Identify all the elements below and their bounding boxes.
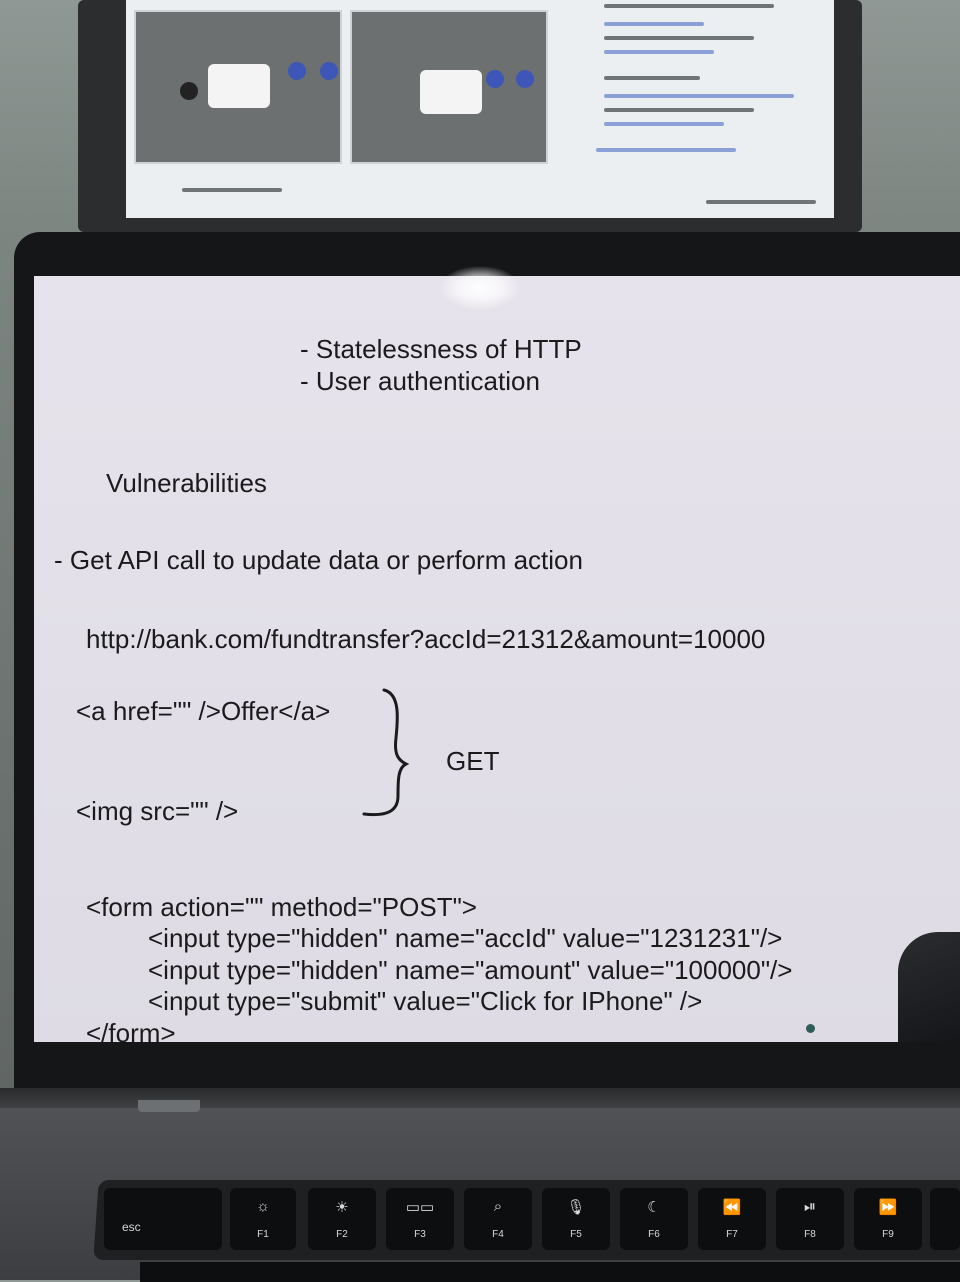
esc-key-label: esc [122,1220,141,1234]
f10-key-partial[interactable] [930,1188,960,1250]
form-close-code: </form> [86,1018,176,1042]
text-line [604,76,700,80]
link-line [604,50,714,54]
heading-vulnerabilities: Vulnerabilities [106,468,267,498]
esc-key[interactable]: esc [104,1188,222,1250]
play-pause-icon: ⏯ [803,1198,816,1215]
microphone-icon: 🎙 [566,1199,586,1216]
hidden-input-accid-code: <input type="hidden" name="accId" value=… [148,923,783,953]
link-line [604,94,794,98]
f1-label: F1 [257,1229,269,1240]
f9-key[interactable]: ⏩ F9 [854,1188,922,1250]
fast-forward-icon: ⏩ [878,1199,898,1216]
lid-notch [138,1100,200,1112]
bullet-user-authentication: - User authentication [300,366,540,396]
f1-key[interactable]: ☼ F1 [230,1188,296,1250]
link-line [596,148,736,152]
video-call-window-right [350,10,548,164]
f8-key[interactable]: ⏯ F8 [776,1188,844,1250]
background-monitor [78,0,862,232]
form-open-code: <form action="" method="POST"> [86,892,477,922]
f3-label: F3 [414,1229,426,1240]
text-line [604,108,754,112]
f4-label: F4 [492,1229,504,1240]
link-line [604,122,724,126]
link-line [604,22,704,26]
brightness-up-icon: ☀ [335,1199,349,1216]
url-example: http://bank.com/fundtransfer?accId=21312… [86,624,766,654]
f2-label: F2 [336,1229,348,1240]
f8-label: F8 [804,1229,816,1240]
point-get-api: - Get API call to update data or perform… [54,545,583,575]
f5-label: F5 [570,1229,582,1240]
indicator-dot [806,1024,815,1033]
presenter-video-thumbnail [898,932,960,1042]
f9-label: F9 [882,1229,894,1240]
text-line [604,36,754,40]
submit-input-code: <input type="submit" value="Click for IP… [148,986,703,1016]
light-glare [440,266,520,310]
f6-label: F6 [648,1229,660,1240]
footer-line [182,188,282,192]
monitor-screen [126,0,834,218]
mission-control-icon: ▭▭ [405,1199,435,1216]
anchor-code: <a href="" />Offer</a> [76,696,331,726]
get-label: GET [446,746,500,776]
video-call-window-left [134,10,342,164]
f7-key[interactable]: ⏪ F7 [698,1188,766,1250]
f6-key[interactable]: ☾ F6 [620,1188,688,1250]
dialog-box [420,70,482,114]
call-button-icon [516,70,534,88]
call-button-icon [486,70,504,88]
f7-label: F7 [726,1229,738,1240]
dialog-box [208,64,270,108]
curly-brace [362,688,410,817]
hidden-input-amount-code: <input type="hidden" name="amount" value… [148,955,793,985]
text-line [604,4,774,8]
f3-key[interactable]: ▭▭ F3 [386,1188,454,1250]
brightness-down-icon: ☼ [256,1198,270,1215]
f4-key[interactable]: ⌕ F4 [464,1188,532,1250]
moon-icon: ☾ [647,1199,661,1216]
call-button-icon [288,62,306,80]
rewind-icon: ⏪ [722,1199,742,1216]
number-key-row [140,1262,960,1282]
f2-key[interactable]: ☀ F2 [308,1188,376,1250]
img-code: <img src="" /> [76,796,239,826]
call-button-icon [320,62,338,80]
footer-line [706,200,816,204]
avatar [180,82,198,100]
bullet-statelessness: - Statelessness of HTTP [300,334,582,364]
f5-key[interactable]: 🎙 F5 [542,1188,610,1250]
search-icon: ⌕ [493,1198,503,1215]
